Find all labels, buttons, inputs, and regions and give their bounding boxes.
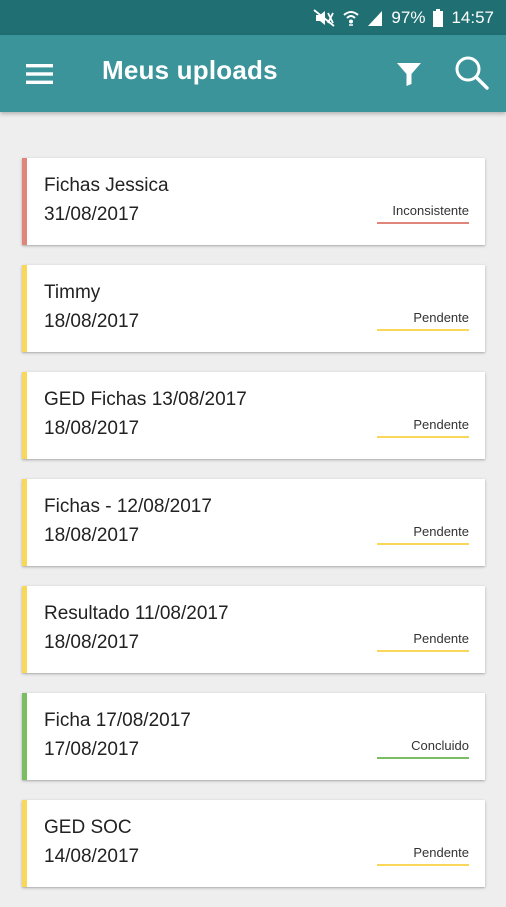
upload-name: GED Fichas 13/08/2017 [44,389,247,410]
upload-date: 17/08/2017 [44,739,140,760]
menu-icon [26,64,53,84]
upload-card[interactable]: GED SOC 14/08/2017 Pendente [22,800,485,887]
status-underline [377,757,469,759]
wifi-icon [343,9,360,27]
clock: 14:57 [451,7,494,27]
signal-icon [367,9,383,27]
status-badge: Pendente [413,845,469,860]
status-badge: Pendente [413,524,469,539]
upload-date: 18/08/2017 [44,525,140,546]
status-underline [377,650,469,652]
upload-date: 31/08/2017 [44,204,140,225]
status-badge: Pendente [413,310,469,325]
status-underline [377,864,469,866]
status-underline [377,329,469,331]
status-badge: Inconsistente [392,203,469,218]
upload-name: Timmy [44,282,101,303]
uploads-list: Fichas Jessica 31/08/2017 Inconsistente … [22,158,485,907]
status-underline [377,436,469,438]
filter-icon [397,63,421,86]
upload-card[interactable]: Ficha 17/08/2017 17/08/2017 Concluido [22,693,485,780]
status-badge: Pendente [413,631,469,646]
status-badge: Pendente [413,417,469,432]
upload-date: 18/08/2017 [44,632,140,653]
search-icon [455,56,489,90]
filter-button[interactable] [390,55,428,93]
upload-name: Fichas - 12/08/2017 [44,496,212,517]
status-bar: 97% 14:57 [0,0,506,35]
status-underline [377,222,469,224]
status-badge: Concluido [411,738,469,753]
upload-card[interactable]: GED Fichas 13/08/2017 18/08/2017 Pendent… [22,372,485,459]
upload-card[interactable]: Timmy 18/08/2017 Pendente [22,265,485,352]
search-button[interactable] [450,51,494,95]
mute-icon [313,8,335,27]
upload-date: 14/08/2017 [44,846,140,867]
app-bar: Meus uploads [0,35,506,112]
menu-button[interactable] [18,57,62,91]
battery-level: 97% [391,7,426,27]
upload-card[interactable]: Fichas - 12/08/2017 18/08/2017 Pendente [22,479,485,566]
battery-icon [433,8,444,27]
upload-name: GED SOC [44,817,132,838]
upload-date: 18/08/2017 [44,311,140,332]
page-title: Meus uploads [102,55,278,85]
upload-date: 18/08/2017 [44,418,140,439]
upload-card[interactable]: Resultado 11/08/2017 18/08/2017 Pendente [22,586,485,673]
upload-name: Resultado 11/08/2017 [44,603,229,624]
upload-card[interactable]: Fichas Jessica 31/08/2017 Inconsistente [22,158,485,245]
status-underline [377,543,469,545]
upload-name: Fichas Jessica [44,175,169,196]
upload-name: Ficha 17/08/2017 [44,710,191,731]
